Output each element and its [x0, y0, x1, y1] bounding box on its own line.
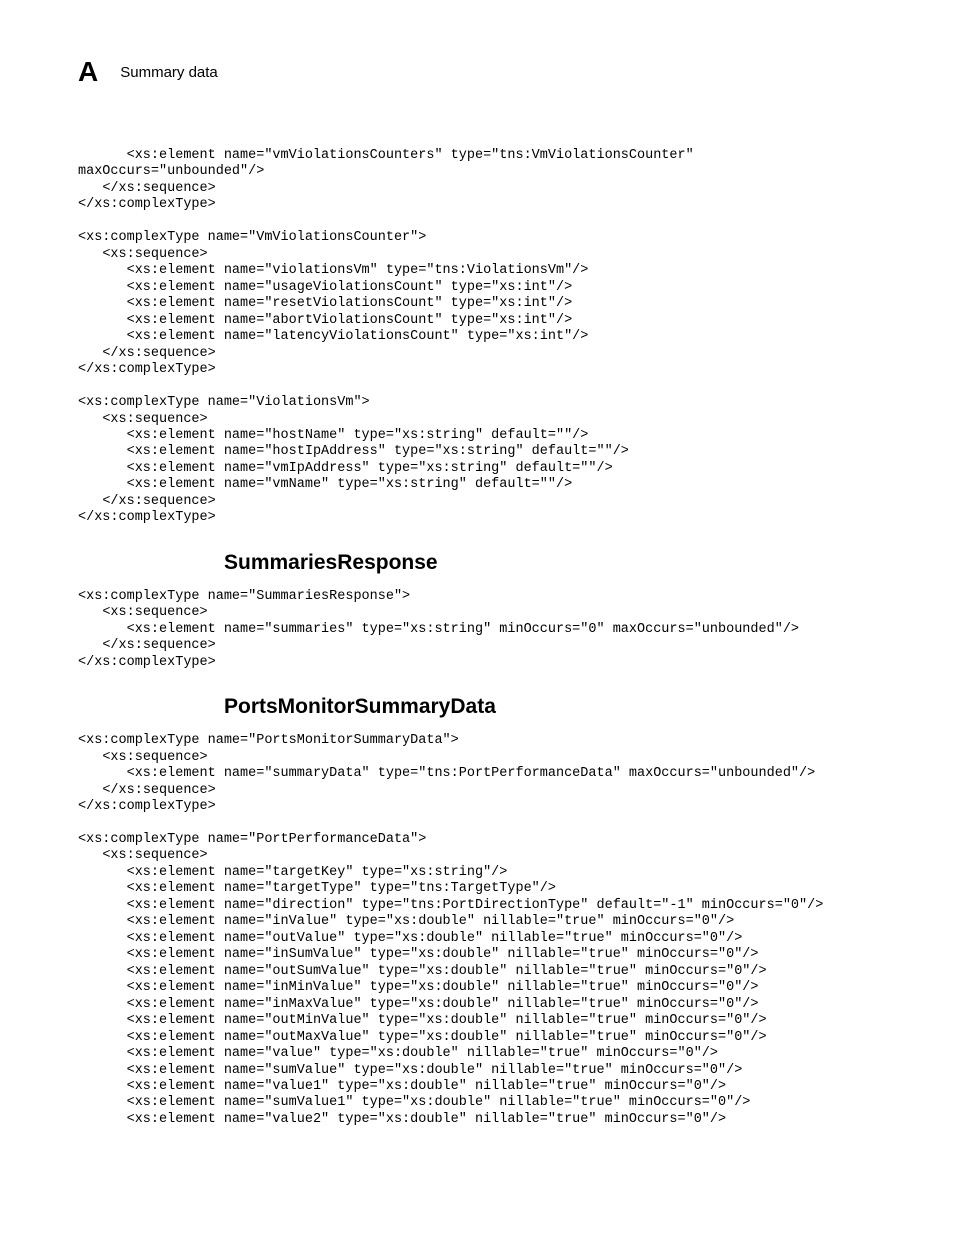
- section-heading-summaries-response: SummariesResponse: [224, 551, 876, 575]
- code-block-3: <xs:complexType name="PortsMonitorSummar…: [78, 733, 876, 1128]
- page: A Summary data <xs:element name="vmViola…: [0, 0, 954, 1235]
- page-title: Summary data: [120, 64, 218, 81]
- code-block-1: <xs:element name="vmViolationsCounters" …: [78, 148, 876, 527]
- code-block-2: <xs:complexType name="SummariesResponse"…: [78, 589, 876, 671]
- page-header: A Summary data: [78, 58, 876, 86]
- appendix-letter: A: [78, 58, 98, 86]
- section-heading-ports-monitor-summary-data: PortsMonitorSummaryData: [224, 695, 876, 719]
